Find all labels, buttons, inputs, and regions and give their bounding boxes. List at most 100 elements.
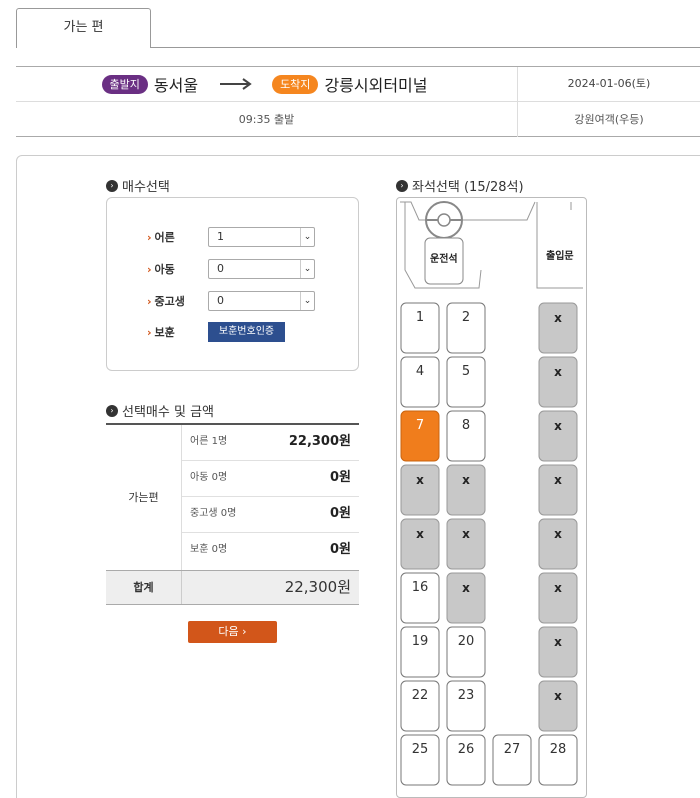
chevron-circle-icon: › xyxy=(106,179,118,192)
seat-15: x xyxy=(538,518,578,570)
seat-9: x xyxy=(538,410,578,462)
summary-section-title: › 선택매수 및 금액 xyxy=(106,401,214,420)
summary-row: 보훈 0명 0원 xyxy=(182,533,359,569)
chevron-down-icon: ⌄ xyxy=(300,260,314,278)
child-count-select[interactable]: 0 ⌄ xyxy=(208,259,315,279)
seat-3: x xyxy=(538,302,578,354)
count-section-title: › 매수선택 xyxy=(106,176,170,195)
summary-row-price: 0원 xyxy=(329,506,351,521)
total-row: 합계 22,300원 xyxy=(106,570,359,605)
summary-row: 어른 1명 22,300원 xyxy=(182,425,359,461)
seat-6: x xyxy=(538,356,578,408)
seat-22[interactable]: 22 xyxy=(400,680,440,732)
seat-27[interactable]: 27 xyxy=(492,734,532,786)
seat-1[interactable]: 1 xyxy=(400,302,440,354)
total-label: 합계 xyxy=(106,571,182,604)
seat-5[interactable]: 5 xyxy=(446,356,486,408)
seat-number: x xyxy=(416,473,424,487)
adult-label: 어른 xyxy=(154,231,175,244)
seat-number: 27 xyxy=(503,742,521,757)
seat-number: 1 xyxy=(415,310,425,325)
student-count-select[interactable]: 0 ⌄ xyxy=(208,291,315,311)
seat-2[interactable]: 2 xyxy=(446,302,486,354)
summary-row-name: 보훈 0명 xyxy=(190,544,228,555)
total-value: 22,300원 xyxy=(284,578,351,596)
bus-layout: 1 2 x 4 5 x 7 8 x x x x x x x 16 x x 19 … xyxy=(396,197,587,798)
seat-21: x xyxy=(538,626,578,678)
seat-19[interactable]: 19 xyxy=(400,626,440,678)
select-value: 0 xyxy=(217,294,224,307)
seat-number: 5 xyxy=(461,364,471,379)
route-line: 출발지 동서울 도착지 강릉시외터미널 xyxy=(16,67,517,101)
seat-24: x xyxy=(538,680,578,732)
seat-number: x xyxy=(462,527,470,541)
seat-number: x xyxy=(554,365,562,379)
count-box: › 어른 1 ⌄ › 아동 0 ⌄ › 중고생 0 ⌄ › 보훈 보훈번호인증 xyxy=(106,197,359,371)
select-value: 0 xyxy=(217,262,224,275)
count-row-student: › 중고생 0 ⌄ xyxy=(147,291,357,311)
seat-number: 8 xyxy=(461,418,471,433)
summary-row-name: 중고생 0명 xyxy=(190,508,237,519)
chevron-right-icon: › xyxy=(147,231,152,244)
seat-number: 26 xyxy=(457,742,475,757)
seat-25[interactable]: 25 xyxy=(400,734,440,786)
seat-14: x xyxy=(446,518,486,570)
seat-number: 2 xyxy=(461,310,471,325)
seat-28[interactable]: 28 xyxy=(538,734,578,786)
bus-company: 강원여객(우등) xyxy=(574,113,644,126)
count-row-adult: › 어른 1 ⌄ xyxy=(147,227,357,247)
summary-row-price: 0원 xyxy=(329,542,351,557)
seat-23[interactable]: 23 xyxy=(446,680,486,732)
seat-7[interactable]: 7 xyxy=(400,410,440,462)
seat-13: x xyxy=(400,518,440,570)
summary-row-name: 아동 0명 xyxy=(190,472,228,483)
seat-number: x xyxy=(416,527,424,541)
tab-outbound[interactable]: 가는 편 xyxy=(16,8,151,48)
seat-number: x xyxy=(462,473,470,487)
arrow-right-icon xyxy=(220,78,252,90)
departure-station: 동서울 xyxy=(153,76,199,95)
count-label: › 아동 xyxy=(147,261,208,277)
summary-row-name: 어른 1명 xyxy=(190,436,228,447)
seat-20[interactable]: 20 xyxy=(446,626,486,678)
veteran-label: 보훈 xyxy=(154,326,175,339)
seat-number: x xyxy=(462,581,470,595)
chevron-right-icon: › xyxy=(147,263,152,276)
seat-number: x xyxy=(554,689,562,703)
count-title-text: 매수선택 xyxy=(122,180,170,195)
veteran-verify-button[interactable]: 보훈번호인증 xyxy=(208,322,285,342)
seat-number: x xyxy=(554,581,562,595)
summary-row-price: 0원 xyxy=(329,470,351,485)
seat-section-title: › 좌석선택 (15/28석) xyxy=(396,176,524,195)
seat-4[interactable]: 4 xyxy=(400,356,440,408)
seat-16[interactable]: 16 xyxy=(400,572,440,624)
arrival-station: 강릉시외터미널 xyxy=(324,76,428,95)
seat-title-text: 좌석선택 (15/28석) xyxy=(412,180,524,195)
seat-10: x xyxy=(400,464,440,516)
next-button[interactable]: 다음 › xyxy=(188,621,277,643)
summary-row-price: 22,300원 xyxy=(288,434,351,449)
chevron-circle-icon: › xyxy=(396,179,408,192)
student-label: 중고생 xyxy=(154,295,185,308)
travel-date: 2024-01-06(토) xyxy=(567,77,651,90)
seat-number: 28 xyxy=(549,742,567,757)
route-info: 출발지 동서울 도착지 강릉시외터미널 2024-01-06(토) 09:35 … xyxy=(16,66,700,137)
chevron-right-icon: › xyxy=(147,326,152,339)
seat-26[interactable]: 26 xyxy=(446,734,486,786)
seat-number: x xyxy=(554,311,562,325)
chevron-right-icon: › xyxy=(242,625,247,638)
seat-number: 22 xyxy=(411,688,429,703)
summary-row: 아동 0명 0원 xyxy=(182,461,359,497)
seat-number: x xyxy=(554,527,562,541)
direction-label: 가는편 xyxy=(106,425,182,570)
seat-number: 7 xyxy=(415,418,425,433)
count-label: › 보훈 xyxy=(147,324,208,340)
seat-number: 25 xyxy=(411,742,429,757)
count-row-veteran: › 보훈 보훈번호인증 xyxy=(147,322,357,342)
seat-number: x xyxy=(554,419,562,433)
departure-badge: 출발지 xyxy=(101,74,148,94)
adult-count-select[interactable]: 1 ⌄ xyxy=(208,227,315,247)
chevron-circle-icon: › xyxy=(106,404,118,417)
seat-8[interactable]: 8 xyxy=(446,410,486,462)
select-value: 1 xyxy=(217,230,224,243)
